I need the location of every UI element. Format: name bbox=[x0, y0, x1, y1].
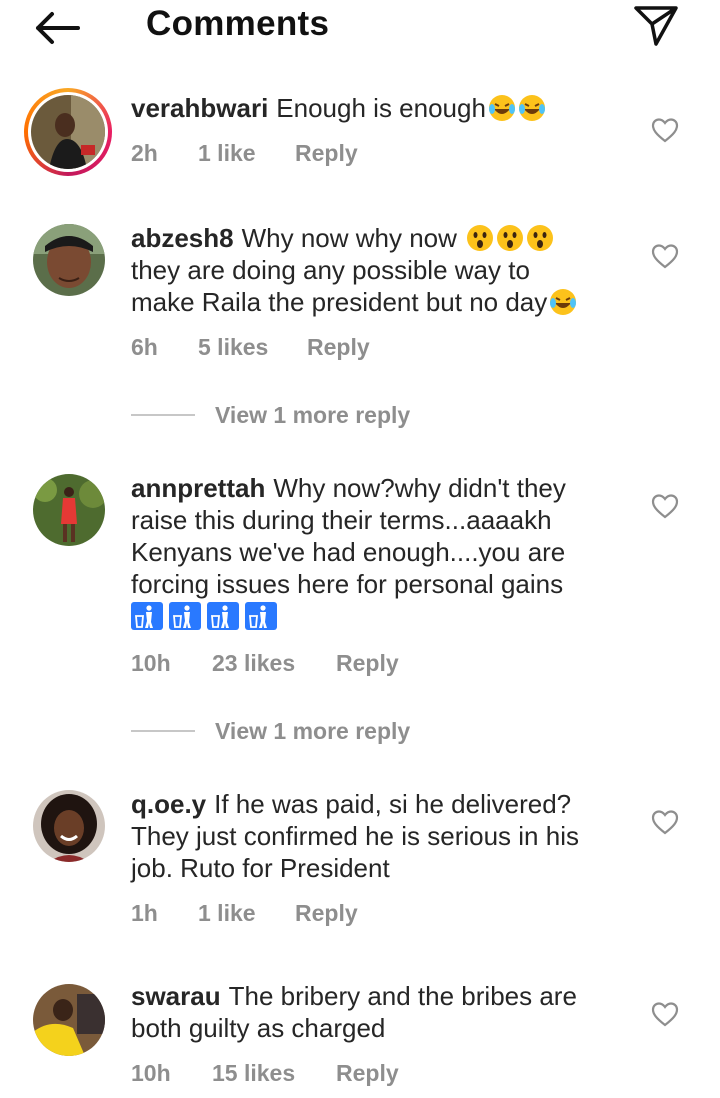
put-litter-in-its-place-icon bbox=[207, 602, 239, 630]
share-button[interactable] bbox=[632, 2, 680, 48]
comment-meta: 10h 15 likes Reply bbox=[131, 1060, 399, 1087]
back-button[interactable] bbox=[28, 6, 84, 50]
comment-text: Why now?why didn't they bbox=[273, 473, 566, 503]
comment-username[interactable]: q.oe.y bbox=[131, 789, 206, 819]
comment-time: 1h bbox=[131, 900, 158, 926]
comment-username[interactable]: verahbwari bbox=[131, 93, 268, 123]
put-litter-in-its-place-icon bbox=[169, 602, 201, 630]
comment-text-line: they are doing any possible way to bbox=[131, 255, 530, 285]
heart-outline-icon[interactable] bbox=[650, 492, 680, 520]
avatar bbox=[31, 95, 105, 169]
comment-likes[interactable]: 23 likes bbox=[212, 650, 336, 677]
arrow-left-icon bbox=[36, 12, 80, 44]
comment-text-line: raise this during their terms...aaaakh bbox=[131, 505, 552, 535]
comment-likes[interactable]: 1 like bbox=[198, 900, 295, 927]
astonished-emoji-icon bbox=[467, 225, 494, 251]
comment-likes[interactable]: 15 likes bbox=[212, 1060, 336, 1087]
comment-meta: 6h 5 likes Reply bbox=[131, 334, 370, 361]
comment-time: 6h bbox=[131, 334, 158, 360]
view-more-replies-label: View 1 more reply bbox=[215, 717, 411, 744]
comment-meta: 10h 23 likes Reply bbox=[131, 650, 399, 677]
comment-text: Enough is enough bbox=[276, 93, 486, 123]
comment-text-line: both guilty as charged bbox=[131, 1013, 386, 1043]
comment-likes[interactable]: 1 like bbox=[198, 140, 295, 167]
divider bbox=[131, 730, 195, 732]
comment-text-line: forcing issues here for personal gains bbox=[131, 569, 564, 599]
astonished-emoji-icon bbox=[527, 225, 554, 251]
comment-meta: 2h 1 like Reply bbox=[131, 140, 358, 167]
heart-outline-icon[interactable] bbox=[650, 1000, 680, 1028]
view-more-replies[interactable]: View 1 more reply bbox=[131, 400, 531, 430]
reply-button[interactable]: Reply bbox=[295, 140, 358, 167]
laughing-emoji-icon bbox=[488, 95, 515, 121]
heart-outline-icon[interactable] bbox=[650, 808, 680, 836]
astonished-emoji-icon bbox=[497, 225, 524, 251]
reply-button[interactable]: Reply bbox=[336, 1060, 399, 1087]
comment-username[interactable]: abzesh8 bbox=[131, 223, 234, 253]
put-litter-in-its-place-icon bbox=[245, 602, 277, 630]
divider bbox=[131, 414, 195, 416]
comment-text-line: job. Ruto for President bbox=[131, 853, 390, 883]
comment-text-line: make Raila the president but no day bbox=[131, 287, 548, 317]
comment-text-line: Kenyans we've had enough....you are bbox=[131, 537, 566, 567]
comment-username[interactable]: annprettah bbox=[131, 473, 265, 503]
view-more-replies[interactable]: View 1 more reply bbox=[131, 716, 531, 746]
comment-time: 10h bbox=[131, 650, 171, 676]
comment-meta: 1h 1 like Reply bbox=[131, 900, 358, 927]
put-litter-in-its-place-icon bbox=[131, 602, 163, 630]
heart-outline-icon[interactable] bbox=[650, 242, 680, 270]
paper-plane-icon bbox=[634, 6, 678, 46]
comment-time: 10h bbox=[131, 1060, 171, 1086]
comment-likes[interactable]: 5 likes bbox=[198, 334, 307, 361]
avatar[interactable] bbox=[33, 984, 105, 1056]
reply-button[interactable]: Reply bbox=[307, 334, 370, 361]
page-title: Comments bbox=[146, 4, 330, 43]
comment-text-line: They just confirmed he is serious in his bbox=[131, 821, 579, 851]
view-more-replies-label: View 1 more reply bbox=[215, 401, 411, 428]
heart-outline-icon[interactable] bbox=[650, 116, 680, 144]
avatar[interactable] bbox=[33, 224, 105, 296]
comment-text: If he was paid, si he delivered? bbox=[214, 789, 572, 819]
comment-username[interactable]: swarau bbox=[131, 981, 221, 1011]
avatar[interactable] bbox=[33, 474, 105, 546]
avatar[interactable] bbox=[33, 790, 105, 862]
laughing-emoji-icon bbox=[550, 289, 577, 315]
reply-button[interactable]: Reply bbox=[295, 900, 358, 927]
avatar-story-ring[interactable] bbox=[24, 88, 112, 176]
laughing-emoji-icon bbox=[518, 95, 545, 121]
header: Comments bbox=[0, 0, 720, 56]
comment-time: 2h bbox=[131, 140, 158, 166]
comment-text: The bribery and the bribes are bbox=[228, 981, 577, 1011]
comment-text: Why now why now bbox=[241, 223, 457, 253]
emoji-row bbox=[131, 602, 621, 630]
reply-button[interactable]: Reply bbox=[336, 650, 399, 677]
